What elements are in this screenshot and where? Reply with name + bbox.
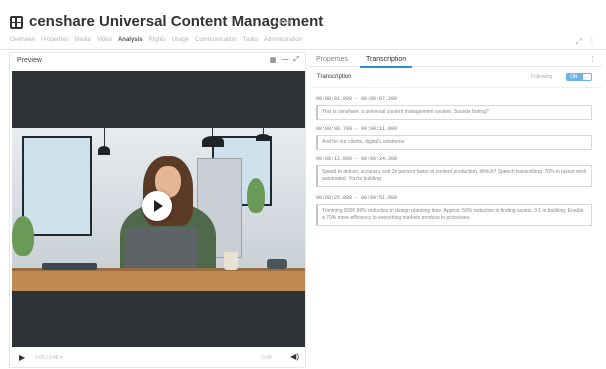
tab-video[interactable]: Video (97, 37, 112, 43)
transcription-panel: Properties Transcription ⋮ Transcription… (310, 52, 602, 368)
transcript-segment[interactable]: 00:00:01.000 - 00:00:07.200 This is cens… (316, 96, 592, 120)
background-window (22, 136, 92, 236)
segment-text[interactable]: And for our clients, digital's existence… (316, 135, 592, 150)
time-display[interactable]: 0:00 / 0:48 ▾ (35, 355, 63, 361)
volume-icon[interactable]: ◀) (290, 352, 299, 361)
tab-administration[interactable]: Administration (264, 37, 302, 43)
preview-panel: Preview ▦ — ⤢ ▶ 0:00 / 0:48 ▾ 0:48 ◀) (9, 52, 306, 368)
lamp-cord (104, 128, 105, 146)
following-label: Following (531, 74, 553, 80)
desk-objects (267, 259, 287, 269)
segment-text[interactable]: Trimming 8000 98% reduction in design pl… (316, 204, 592, 226)
tab-tasks[interactable]: Tasks (243, 37, 258, 43)
expand-icon[interactable]: ⤢ (576, 37, 582, 47)
toggle-label: ON (570, 74, 578, 80)
tab-communication[interactable]: Communication (195, 37, 237, 43)
more-icon[interactable]: ⋮ (589, 55, 596, 63)
more-icon[interactable]: ⋮ (588, 37, 596, 47)
segment-timestamp: 00:00:25.800 - 00:00:51.900 (316, 195, 398, 201)
panel-tabs: Properties Transcription ⋮ (310, 52, 602, 68)
header-divider (0, 49, 606, 50)
segment-text[interactable]: This is censhare, a universal content ma… (316, 105, 592, 120)
tab-media[interactable]: Media (74, 37, 90, 43)
segment-timestamp: 00:00:01.000 - 00:00:07.200 (316, 96, 398, 102)
tab-properties[interactable]: Properties (41, 37, 68, 43)
video-controls: ▶ 0:00 / 0:48 ▾ 0:48 ◀) (12, 349, 305, 367)
app-header: censhare Universal Content Management Vi… (0, 0, 606, 50)
app-logo-icon (10, 16, 23, 29)
tab-properties-panel[interactable]: Properties (316, 56, 348, 63)
minimize-icon[interactable]: — (281, 56, 288, 64)
tab-overview[interactable]: Overview (10, 37, 35, 43)
tab-bar: Overview Properties Media Video Analysis… (10, 37, 302, 43)
grid-icon[interactable]: ▦ (270, 56, 277, 64)
segment-timestamp: 00:00:08.700 - 00:00:11.900 (316, 126, 398, 132)
play-overlay-button[interactable] (142, 191, 172, 221)
fullscreen-icon[interactable]: ⤢ (293, 56, 299, 64)
preview-toolbar: ▦ — ⤢ (270, 56, 299, 64)
app-subtitle: Video (275, 19, 293, 26)
desk (12, 268, 305, 291)
section-divider (310, 87, 602, 88)
plant (247, 178, 265, 213)
tab-rights[interactable]: Rights (149, 37, 166, 43)
pendant-lamp (256, 134, 270, 141)
preview-title: Preview (17, 57, 42, 64)
preview-header: Preview ▦ — ⤢ (10, 53, 305, 69)
duration-label: 0:48 (262, 355, 272, 361)
transcript-segment[interactable]: 00:00:08.700 - 00:00:11.900 And for our … (316, 126, 592, 150)
pendant-lamp (98, 146, 110, 155)
section-title: Transcription (317, 74, 352, 80)
following-toggle[interactable]: ON (566, 73, 592, 81)
header-actions: ⤢ ⋮ (576, 37, 596, 47)
play-icon[interactable]: ▶ (19, 353, 25, 362)
pendant-lamp (202, 136, 224, 147)
tab-usage[interactable]: Usage (172, 37, 189, 43)
transcript-segment[interactable]: 00:00:12.800 - 00:00:24.300 Speed to del… (316, 156, 592, 187)
tab-transcription[interactable]: Transcription (366, 56, 406, 63)
video-player[interactable] (12, 71, 305, 347)
active-tab-indicator (360, 66, 412, 68)
transcript-segment[interactable]: 00:00:25.800 - 00:00:51.900 Trimming 800… (316, 195, 592, 226)
segment-text[interactable]: Speed to deliver, accuracy and 3x percen… (316, 165, 592, 187)
coffee-cup (224, 252, 238, 270)
desk-objects (42, 263, 97, 270)
plant (12, 216, 34, 256)
tab-analysis[interactable]: Analysis (118, 37, 143, 43)
segment-timestamp: 00:00:12.800 - 00:00:24.300 (316, 156, 398, 162)
lamp-cord (212, 128, 213, 136)
